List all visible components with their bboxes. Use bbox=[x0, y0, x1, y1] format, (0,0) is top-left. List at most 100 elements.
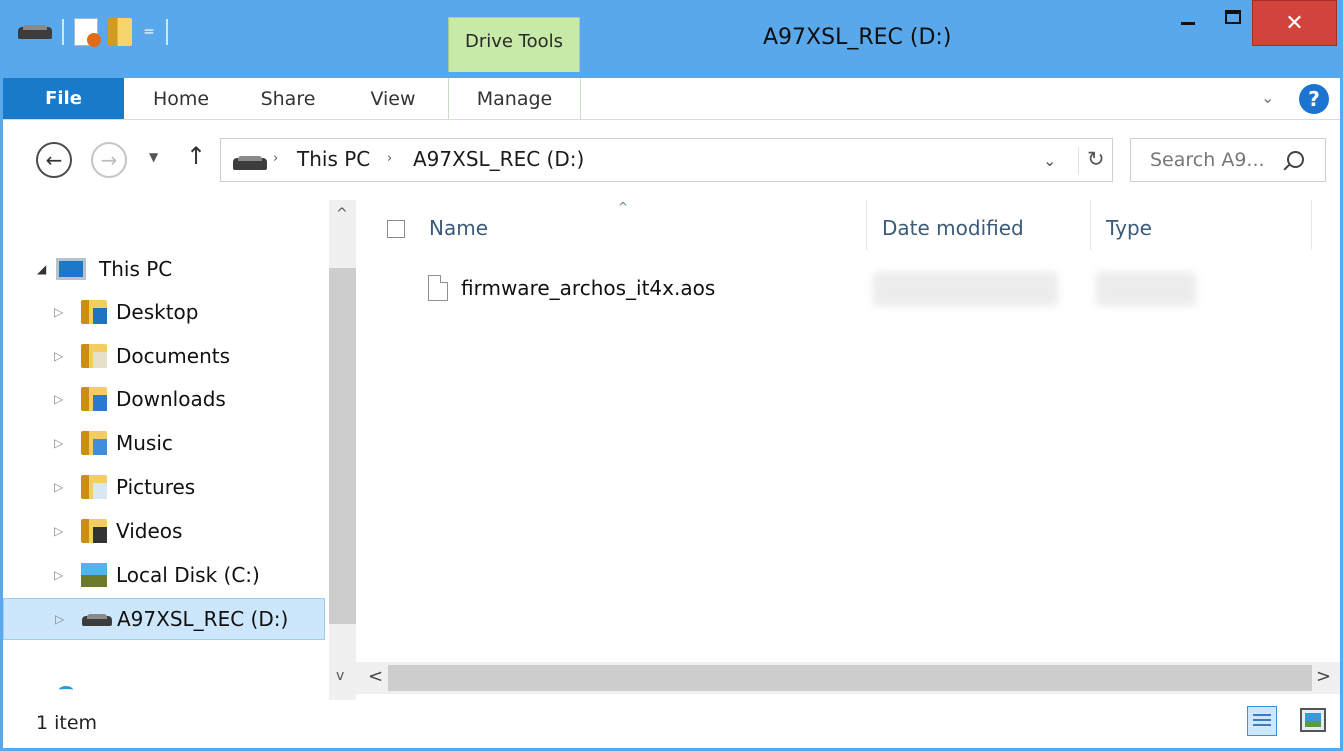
tree-item-downloads[interactable]: ▷ Downloads bbox=[3, 378, 325, 420]
column-divider[interactable] bbox=[866, 200, 867, 250]
drive-icon[interactable] bbox=[18, 25, 52, 39]
refresh-icon[interactable]: ↻ bbox=[1078, 147, 1105, 175]
desktop-folder-icon bbox=[81, 300, 107, 324]
tree-label: Music bbox=[116, 431, 173, 455]
qat-divider bbox=[62, 19, 64, 45]
tree-label: Downloads bbox=[116, 387, 226, 411]
close-button[interactable]: ✕ bbox=[1252, 0, 1337, 46]
column-header-date-modified[interactable]: Date modified bbox=[882, 216, 1024, 240]
file-type-redacted bbox=[1096, 272, 1196, 306]
column-header-name[interactable]: Name bbox=[429, 216, 488, 240]
tree-item-music[interactable]: ▷ Music bbox=[3, 422, 325, 464]
quick-access-toolbar: = bbox=[18, 14, 168, 50]
network-icon[interactable] bbox=[59, 686, 73, 694]
tree-label: Desktop bbox=[116, 300, 199, 324]
breadcrumb-separator-icon[interactable]: › bbox=[273, 151, 278, 166]
expand-ribbon-chevron-icon[interactable]: ⌄ bbox=[1261, 88, 1274, 107]
scroll-up-icon[interactable]: ^ bbox=[336, 206, 348, 222]
expand-arrow-icon[interactable]: ▷ bbox=[54, 305, 63, 319]
music-folder-icon bbox=[81, 431, 107, 455]
sort-ascending-icon: ^ bbox=[618, 200, 629, 214]
tree-label: Pictures bbox=[116, 475, 196, 499]
expand-arrow-icon[interactable]: ▷ bbox=[54, 392, 63, 406]
breadcrumb-drive[interactable]: A97XSL_REC (D:) bbox=[413, 147, 584, 171]
scroll-left-icon[interactable]: < bbox=[368, 666, 383, 687]
close-icon: ✕ bbox=[1285, 10, 1304, 36]
tree-item-videos[interactable]: ▷ Videos bbox=[3, 510, 325, 552]
expand-arrow-icon[interactable]: ▷ bbox=[55, 612, 64, 626]
item-count: 1 item bbox=[36, 712, 98, 734]
file-icon bbox=[428, 275, 448, 301]
tree-label: A97XSL_REC (D:) bbox=[117, 607, 289, 631]
scrollbar-thumb[interactable] bbox=[388, 665, 1312, 691]
removable-drive-icon bbox=[82, 614, 112, 626]
column-divider[interactable] bbox=[1311, 200, 1312, 250]
search-placeholder[interactable]: Search A9... bbox=[1150, 149, 1265, 171]
file-row[interactable]: firmware_archos_it4x.aos bbox=[428, 270, 715, 306]
scroll-down-icon[interactable]: v bbox=[336, 668, 344, 684]
tree-item-this-pc[interactable]: ◢ This PC bbox=[3, 248, 325, 290]
large-icons-view-icon[interactable] bbox=[1300, 708, 1326, 732]
address-dropdown-icon[interactable]: ⌄ bbox=[1043, 151, 1056, 170]
tree-item-pictures[interactable]: ▷ Pictures bbox=[3, 466, 325, 508]
qat-divider bbox=[166, 19, 168, 45]
up-button[interactable]: ↑ bbox=[186, 142, 206, 170]
select-all-checkbox[interactable] bbox=[387, 220, 405, 238]
expand-arrow-icon[interactable]: ▷ bbox=[54, 568, 63, 582]
breadcrumb-separator-icon[interactable]: › bbox=[387, 151, 392, 166]
ribbon-tab-bar: File Home Share View Manage ⌄ ? bbox=[3, 78, 1340, 120]
navigation-bar: ← → ▼ ↑ › This PC › A97XSL_REC (D:) ⌄ ↻ … bbox=[3, 120, 1340, 200]
expanded-arrow-icon[interactable]: ◢ bbox=[37, 262, 46, 276]
tree-label: Local Disk (C:) bbox=[116, 563, 260, 587]
tab-share[interactable]: Share bbox=[243, 78, 333, 119]
tree-item-documents[interactable]: ▷ Documents bbox=[3, 335, 325, 377]
videos-folder-icon bbox=[81, 519, 107, 543]
new-folder-icon[interactable] bbox=[108, 18, 132, 46]
documents-folder-icon bbox=[81, 344, 107, 368]
customize-dropdown-icon[interactable]: = bbox=[142, 24, 156, 40]
expand-arrow-icon[interactable]: ▷ bbox=[54, 436, 63, 450]
back-button[interactable]: ← bbox=[36, 142, 72, 178]
recent-locations-chevron-icon[interactable]: ▼ bbox=[149, 150, 158, 164]
properties-icon[interactable] bbox=[74, 18, 101, 47]
expand-arrow-icon[interactable]: ▷ bbox=[54, 480, 63, 494]
downloads-folder-icon bbox=[81, 387, 107, 411]
tree-label: Documents bbox=[116, 344, 231, 368]
scrollbar-thumb[interactable] bbox=[329, 268, 356, 624]
scroll-right-icon[interactable]: > bbox=[1316, 666, 1331, 687]
address-drive-icon bbox=[233, 156, 267, 170]
forward-button[interactable]: → bbox=[91, 142, 127, 178]
maximize-button[interactable] bbox=[1215, 0, 1251, 38]
tree-item-removable-drive[interactable]: ▷ A97XSL_REC (D:) bbox=[3, 598, 325, 640]
tab-view[interactable]: View bbox=[353, 78, 433, 119]
tree-item-local-disk[interactable]: ▷ Local Disk (C:) bbox=[3, 554, 325, 596]
search-icon[interactable] bbox=[1287, 151, 1304, 168]
column-divider[interactable] bbox=[1090, 200, 1091, 250]
file-date-modified-redacted bbox=[873, 272, 1058, 306]
breadcrumb-this-pc[interactable]: This PC bbox=[297, 147, 370, 171]
computer-icon bbox=[56, 258, 86, 280]
navigation-pane: ◢ This PC ▷ Desktop ▷ Documents ▷ Downlo… bbox=[3, 200, 356, 700]
tree-label: Videos bbox=[116, 519, 183, 543]
tree-label: This PC bbox=[99, 257, 173, 281]
help-icon[interactable]: ? bbox=[1299, 84, 1329, 114]
nav-pane-scrollbar[interactable]: ^ v bbox=[329, 200, 356, 700]
maximize-icon bbox=[1225, 10, 1241, 24]
horizontal-scrollbar[interactable]: < > bbox=[356, 662, 1340, 694]
tree-item-desktop[interactable]: ▷ Desktop bbox=[3, 291, 325, 333]
details-view-icon[interactable] bbox=[1247, 706, 1277, 736]
window-title: A97XSL_REC (D:) bbox=[763, 25, 952, 50]
minimize-button[interactable] bbox=[1168, 0, 1208, 38]
drive-tools-context-tab: Drive Tools bbox=[448, 17, 580, 72]
search-box[interactable]: Search A9... bbox=[1130, 138, 1326, 182]
tab-manage[interactable]: Manage bbox=[448, 78, 581, 119]
tab-file[interactable]: File bbox=[3, 78, 124, 119]
expand-arrow-icon[interactable]: ▷ bbox=[54, 524, 63, 538]
address-bar[interactable]: › This PC › A97XSL_REC (D:) ⌄ ↻ bbox=[220, 138, 1113, 182]
column-header-type[interactable]: Type bbox=[1106, 216, 1152, 240]
title-bar: = Drive Tools A97XSL_REC (D:) ✕ bbox=[0, 0, 1343, 78]
tab-home[interactable]: Home bbox=[136, 78, 226, 119]
explorer-window: = Drive Tools A97XSL_REC (D:) ✕ File Hom… bbox=[0, 0, 1343, 751]
local-disk-icon bbox=[81, 563, 107, 587]
expand-arrow-icon[interactable]: ▷ bbox=[54, 349, 63, 363]
